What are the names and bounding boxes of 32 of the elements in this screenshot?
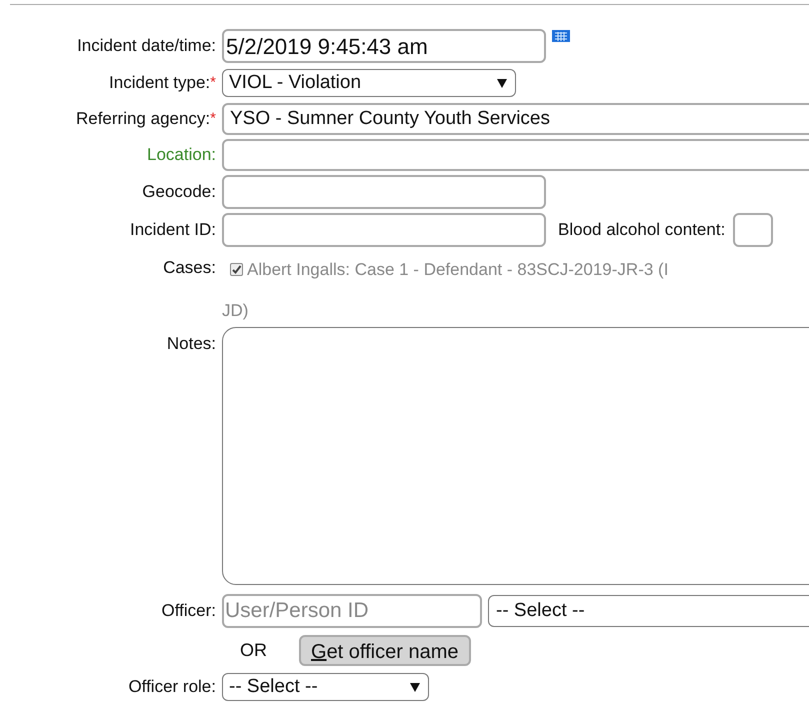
field-label: Geocode: bbox=[142, 182, 216, 201]
caret-icon bbox=[410, 682, 420, 692]
caret-icon bbox=[497, 78, 507, 88]
dropdown[interactable]: -- Select -- bbox=[222, 673, 429, 701]
field-label: Location: bbox=[147, 145, 216, 164]
field-label: Officer role: bbox=[128, 677, 216, 696]
text-field[interactable]: 5/2/2019 9:45:43 am bbox=[222, 29, 546, 63]
text-field[interactable] bbox=[733, 213, 774, 247]
required-mark: * bbox=[210, 110, 216, 127]
field-label: Incident ID: bbox=[130, 220, 216, 239]
text-field[interactable] bbox=[222, 139, 809, 171]
notes-field[interactable] bbox=[222, 327, 809, 585]
calendar-icon[interactable] bbox=[552, 29, 570, 43]
or-text: OR bbox=[240, 638, 267, 662]
dropdown[interactable]: -- Select -- bbox=[488, 595, 809, 627]
get-officer-name-button[interactable]: Get officer name bbox=[299, 634, 470, 666]
case-text: Albert Ingalls: Case 1 - Defendant - 83SCJ-2019-JR-3 (I bbox=[247, 259, 668, 281]
field-label: Notes: bbox=[166, 334, 216, 353]
field-label: Referring agency: bbox=[76, 109, 210, 128]
text-field[interactable] bbox=[222, 175, 546, 209]
dropdown[interactable]: VIOL - Violation bbox=[222, 69, 516, 97]
text-field[interactable]: YSO - Sumner County Youth Services bbox=[222, 103, 809, 135]
checkbox[interactable] bbox=[230, 263, 243, 276]
case-text: JD) bbox=[222, 300, 250, 320]
text-field[interactable] bbox=[222, 213, 546, 247]
field-label: Incident type: bbox=[109, 73, 210, 92]
field-label: Cases: bbox=[163, 258, 216, 277]
required-mark: * bbox=[210, 74, 216, 91]
field-label: Officer: bbox=[162, 601, 216, 620]
id-field[interactable]: User/Person ID bbox=[222, 594, 482, 628]
field-label: Blood alcohol content: bbox=[558, 219, 726, 242]
field-label: Incident date/time: bbox=[77, 36, 216, 55]
